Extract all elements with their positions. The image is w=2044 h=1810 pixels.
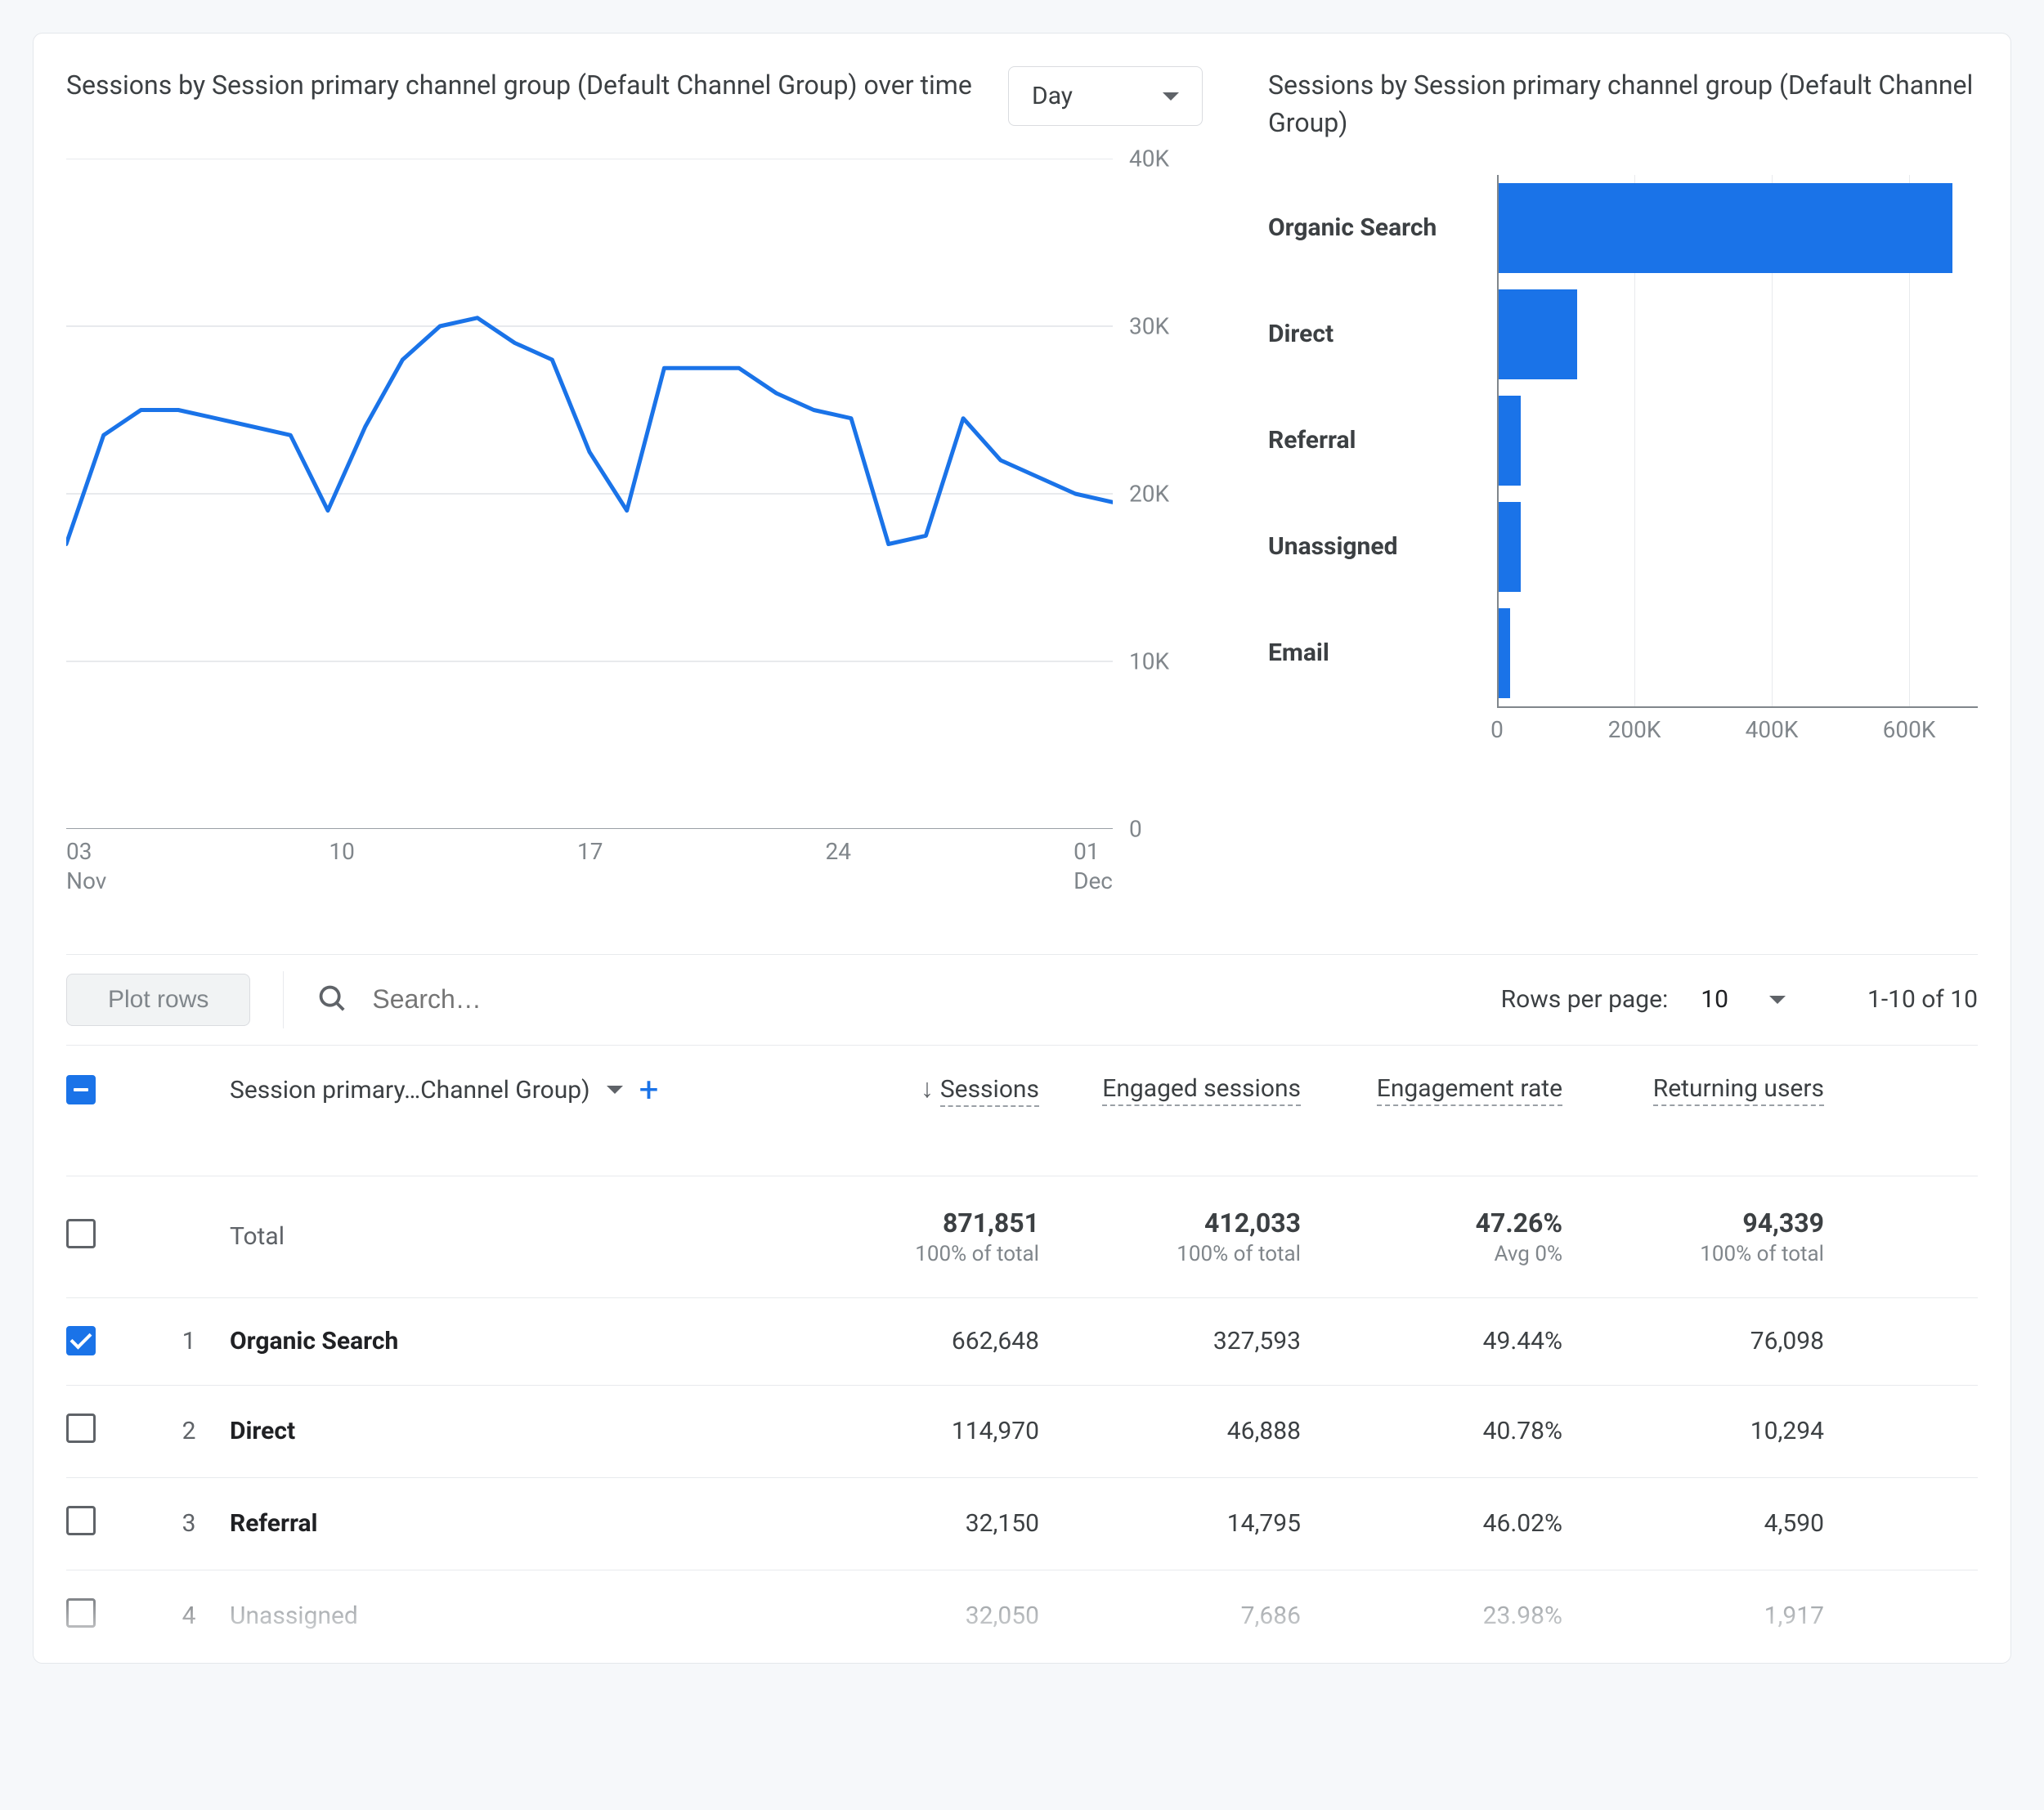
search-input[interactable] — [372, 984, 1468, 1015]
bar-row[interactable]: Organic Search — [1268, 175, 1978, 281]
table-row[interactable]: 1 Organic Search 662,648 327,593 49.44% … — [66, 1298, 1978, 1386]
rows-per-page-select[interactable]: 10 — [1701, 977, 1786, 1022]
row-index: 2 — [148, 1417, 230, 1445]
line-chart[interactable] — [66, 159, 1113, 829]
plot-rows-button[interactable]: Plot rows — [66, 974, 250, 1026]
line-chart-x-axis: 03 Nov 10 17 24 01 Dec — [66, 837, 1113, 897]
bar-chart-x-axis: 0200K400K600K — [1497, 706, 1978, 755]
row-index: 4 — [148, 1602, 230, 1630]
cell-rate: 40.78% — [1301, 1417, 1562, 1445]
total-label: Total — [230, 1222, 778, 1251]
column-engaged-sessions[interactable]: Engaged sessions — [1039, 1074, 1301, 1106]
table-row[interactable]: 2 Direct 114,970 46,888 40.78% 10,294 — [66, 1386, 1978, 1478]
bar-label: Referral — [1268, 426, 1497, 455]
cell-returning: 76,098 — [1562, 1327, 1824, 1355]
pagination-text: 1-10 of 10 — [1867, 985, 1978, 1014]
row-name: Direct — [230, 1417, 778, 1445]
bar-row[interactable]: Referral — [1268, 388, 1978, 494]
cell-sessions: 114,970 — [778, 1417, 1039, 1445]
table-row[interactable]: 3 Referral 32,150 14,795 46.02% 4,590 — [66, 1478, 1978, 1570]
column-returning-users[interactable]: Returning users — [1562, 1074, 1824, 1106]
cell-engaged: 7,686 — [1039, 1602, 1301, 1630]
cell-engaged: 14,795 — [1039, 1509, 1301, 1538]
granularity-value: Day — [1032, 82, 1073, 110]
bar-row[interactable]: Direct — [1268, 281, 1978, 388]
bar-chart[interactable]: Organic Search Direct Referral Unassigne… — [1268, 175, 1978, 755]
bar-chart-title: Sessions by Session primary channel grou… — [1268, 66, 1978, 142]
cell-rate: 49.44% — [1301, 1327, 1562, 1355]
cell-sessions: 662,648 — [778, 1327, 1039, 1355]
row-checkbox[interactable] — [66, 1326, 96, 1355]
chevron-down-icon — [607, 1086, 623, 1094]
cell-sessions: 32,150 — [778, 1509, 1039, 1538]
row-checkbox[interactable] — [66, 1598, 96, 1628]
select-all-checkbox[interactable] — [66, 1075, 96, 1104]
chevron-down-icon — [1163, 92, 1179, 101]
row-name: Referral — [230, 1509, 778, 1538]
cell-rate: 23.98% — [1301, 1602, 1562, 1630]
bar-label: Unassigned — [1268, 532, 1497, 561]
cell-returning: 4,590 — [1562, 1509, 1824, 1538]
bar-label: Organic Search — [1268, 213, 1497, 242]
bar-chart-panel: Sessions by Session primary channel grou… — [1268, 66, 1978, 897]
cell-returning: 10,294 — [1562, 1417, 1824, 1445]
bar-label: Direct — [1268, 320, 1497, 348]
table-header: Session primary…Channel Group) + ↓Sessio… — [66, 1046, 1978, 1176]
column-engagement-rate[interactable]: Engagement rate — [1301, 1074, 1562, 1106]
row-index: 3 — [148, 1509, 230, 1538]
cell-engaged: 46,888 — [1039, 1417, 1301, 1445]
line-chart-title: Sessions by Session primary channel grou… — [66, 66, 972, 104]
chevron-down-icon — [1769, 996, 1786, 1004]
analytics-card: Sessions by Session primary channel grou… — [33, 33, 2011, 1664]
cell-rate: 46.02% — [1301, 1509, 1562, 1538]
search-icon — [316, 983, 347, 1017]
table-toolbar: Plot rows Rows per page: 10 1-10 of 10 — [66, 954, 1978, 1046]
granularity-select[interactable]: Day — [1008, 66, 1203, 126]
cell-returning: 1,917 — [1562, 1602, 1824, 1630]
table-total-row: Total 871,851100% of total 412,033100% o… — [66, 1176, 1978, 1298]
rows-per-page-label: Rows per page: — [1501, 985, 1669, 1014]
divider — [283, 971, 284, 1028]
sort-descending-icon: ↓ — [921, 1073, 934, 1104]
column-sessions[interactable]: ↓Sessions — [778, 1073, 1039, 1107]
dimension-header[interactable]: Session primary…Channel Group) + — [230, 1070, 778, 1110]
total-checkbox[interactable] — [66, 1219, 96, 1248]
bar-row[interactable]: Unassigned — [1268, 494, 1978, 600]
bar-label: Email — [1268, 638, 1497, 667]
add-dimension-icon[interactable]: + — [639, 1070, 659, 1110]
row-checkbox[interactable] — [66, 1414, 96, 1443]
row-checkbox[interactable] — [66, 1506, 96, 1535]
row-name: Organic Search — [230, 1327, 778, 1355]
row-name: Unassigned — [230, 1602, 778, 1630]
cell-sessions: 32,050 — [778, 1602, 1039, 1630]
row-index: 1 — [148, 1327, 230, 1355]
bar-row[interactable]: Email — [1268, 600, 1978, 706]
cell-engaged: 327,593 — [1039, 1327, 1301, 1355]
table-row[interactable]: 4 Unassigned 32,050 7,686 23.98% 1,917 — [66, 1570, 1978, 1663]
line-chart-panel: Sessions by Session primary channel grou… — [66, 66, 1203, 897]
line-chart-y-axis: 40K 30K 20K 10K 0 — [1113, 159, 1203, 829]
